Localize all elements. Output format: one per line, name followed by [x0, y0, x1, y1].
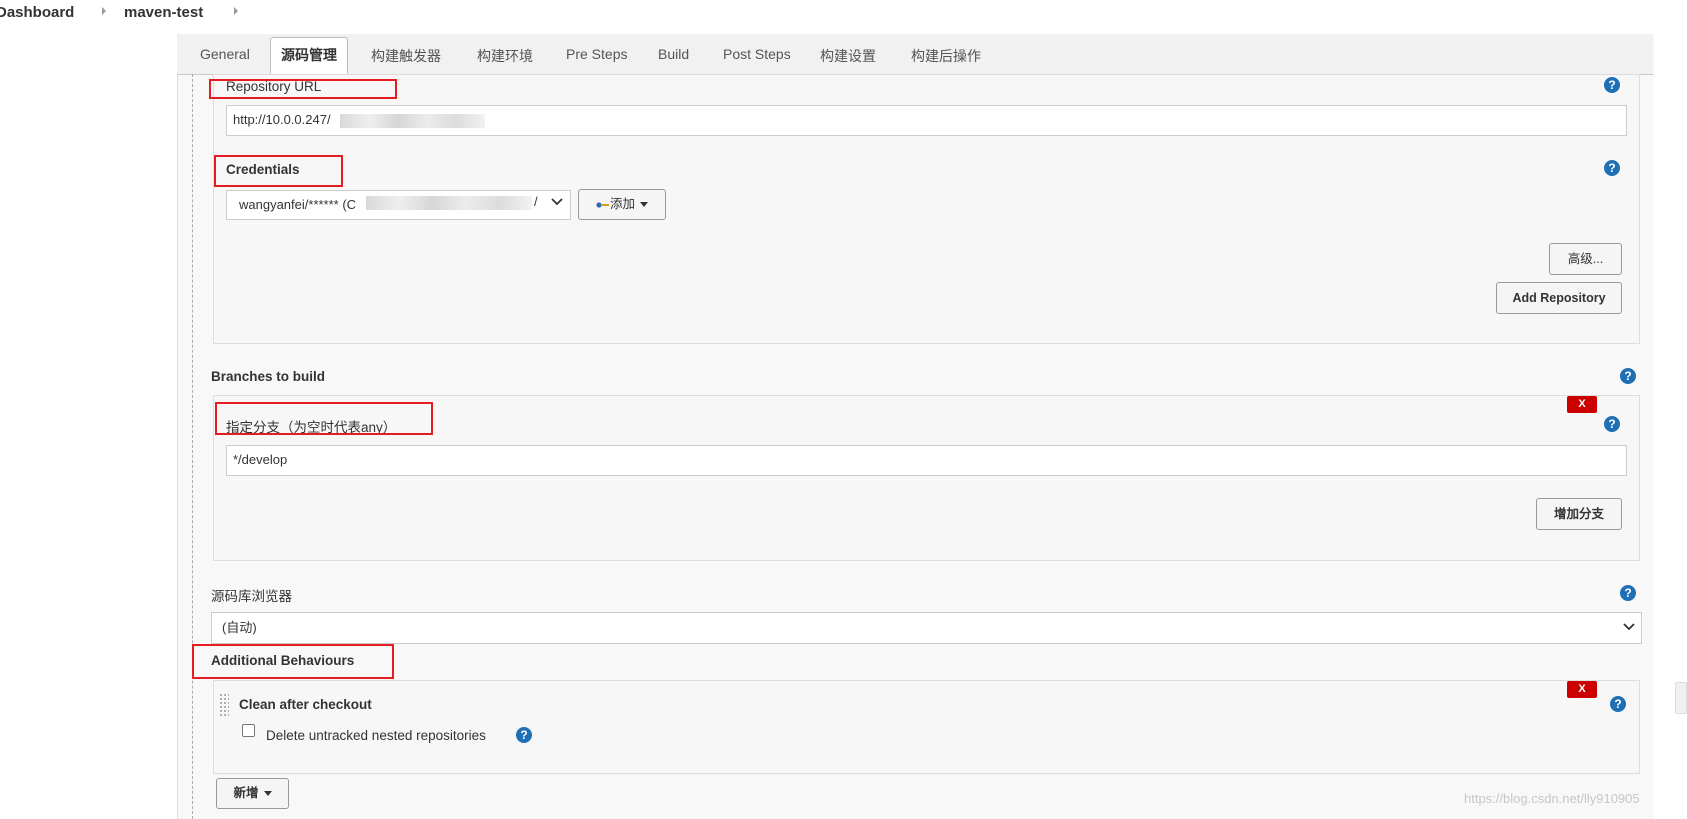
- behaviour-title: Clean after checkout: [239, 697, 372, 712]
- add-repository-button[interactable]: Add Repository: [1496, 282, 1622, 314]
- add-credentials-label: 添加: [609, 197, 635, 211]
- breadcrumb-bar: [0, 0, 1687, 32]
- redacted-region: [366, 196, 532, 210]
- breadcrumb-separator-icon: [234, 7, 238, 15]
- chevron-down-icon[interactable]: [1622, 620, 1636, 637]
- repository-browser-select[interactable]: (自动): [211, 612, 1642, 644]
- tab-pre-steps[interactable]: Pre Steps: [566, 46, 627, 62]
- drag-handle-icon[interactable]: [219, 693, 229, 717]
- tab-build-environment[interactable]: 构建环境: [477, 46, 533, 66]
- tab-build[interactable]: Build: [658, 46, 689, 62]
- breadcrumb-maven-test[interactable]: maven-test: [124, 4, 203, 21]
- add-behaviour-label: 新增: [233, 786, 259, 800]
- chevron-down-icon[interactable]: [550, 195, 564, 212]
- delete-untracked-label: Delete untracked nested repositories: [266, 728, 486, 743]
- highlight-box: [214, 155, 343, 187]
- highlight-box: [209, 79, 397, 99]
- behaviour-item-box: [213, 680, 1640, 774]
- tab-scm[interactable]: 源码管理: [270, 37, 348, 74]
- repository-browser-value: (自动): [222, 620, 257, 635]
- help-icon[interactable]: ?: [1604, 77, 1620, 93]
- delete-behaviour-button[interactable]: X: [1567, 681, 1597, 698]
- tab-build-triggers[interactable]: 构建触发器: [371, 46, 441, 66]
- help-icon[interactable]: ?: [1620, 368, 1636, 384]
- resize-handle[interactable]: [1675, 682, 1687, 714]
- repository-url-value: http://10.0.0.247/: [233, 112, 331, 127]
- key-icon: [596, 197, 610, 211]
- tab-build-settings[interactable]: 构建设置: [820, 46, 876, 66]
- tab-post-steps[interactable]: Post Steps: [723, 46, 791, 62]
- help-icon[interactable]: ?: [1604, 416, 1620, 432]
- highlight-box: [215, 402, 433, 435]
- tab-general[interactable]: General: [200, 46, 250, 62]
- help-icon[interactable]: ?: [1620, 585, 1636, 601]
- redacted-region: [340, 114, 485, 128]
- watermark: https://blog.csdn.net/lly910905: [1464, 791, 1640, 806]
- highlight-box: [192, 644, 394, 679]
- help-icon[interactable]: ?: [1604, 160, 1620, 176]
- branches-label: Branches to build: [211, 369, 326, 384]
- help-icon[interactable]: ?: [516, 727, 532, 743]
- add-branch-button[interactable]: 增加分支: [1536, 498, 1622, 530]
- help-icon[interactable]: ?: [1610, 696, 1626, 712]
- delete-branch-button[interactable]: X: [1567, 396, 1597, 413]
- breadcrumb-dashboard[interactable]: Dashboard: [0, 4, 74, 21]
- breadcrumb-separator-icon: [102, 7, 106, 15]
- section-guide-line: [192, 74, 193, 819]
- caret-down-icon: [640, 202, 648, 208]
- tab-post-build-actions[interactable]: 构建后操作: [911, 46, 981, 66]
- repository-browser-label: 源码库浏览器: [211, 589, 292, 604]
- branch-specifier-input[interactable]: */develop: [226, 445, 1627, 476]
- credentials-value: wangyanfei/****** (C: [239, 197, 357, 212]
- caret-down-icon: [263, 791, 272, 797]
- add-credentials-button[interactable]: 添加: [578, 189, 666, 220]
- advanced-button[interactable]: 高级...: [1549, 243, 1622, 275]
- credentials-value-tail: /: [534, 194, 538, 209]
- delete-untracked-checkbox[interactable]: [242, 724, 255, 737]
- add-behaviour-button[interactable]: 新增: [216, 778, 289, 809]
